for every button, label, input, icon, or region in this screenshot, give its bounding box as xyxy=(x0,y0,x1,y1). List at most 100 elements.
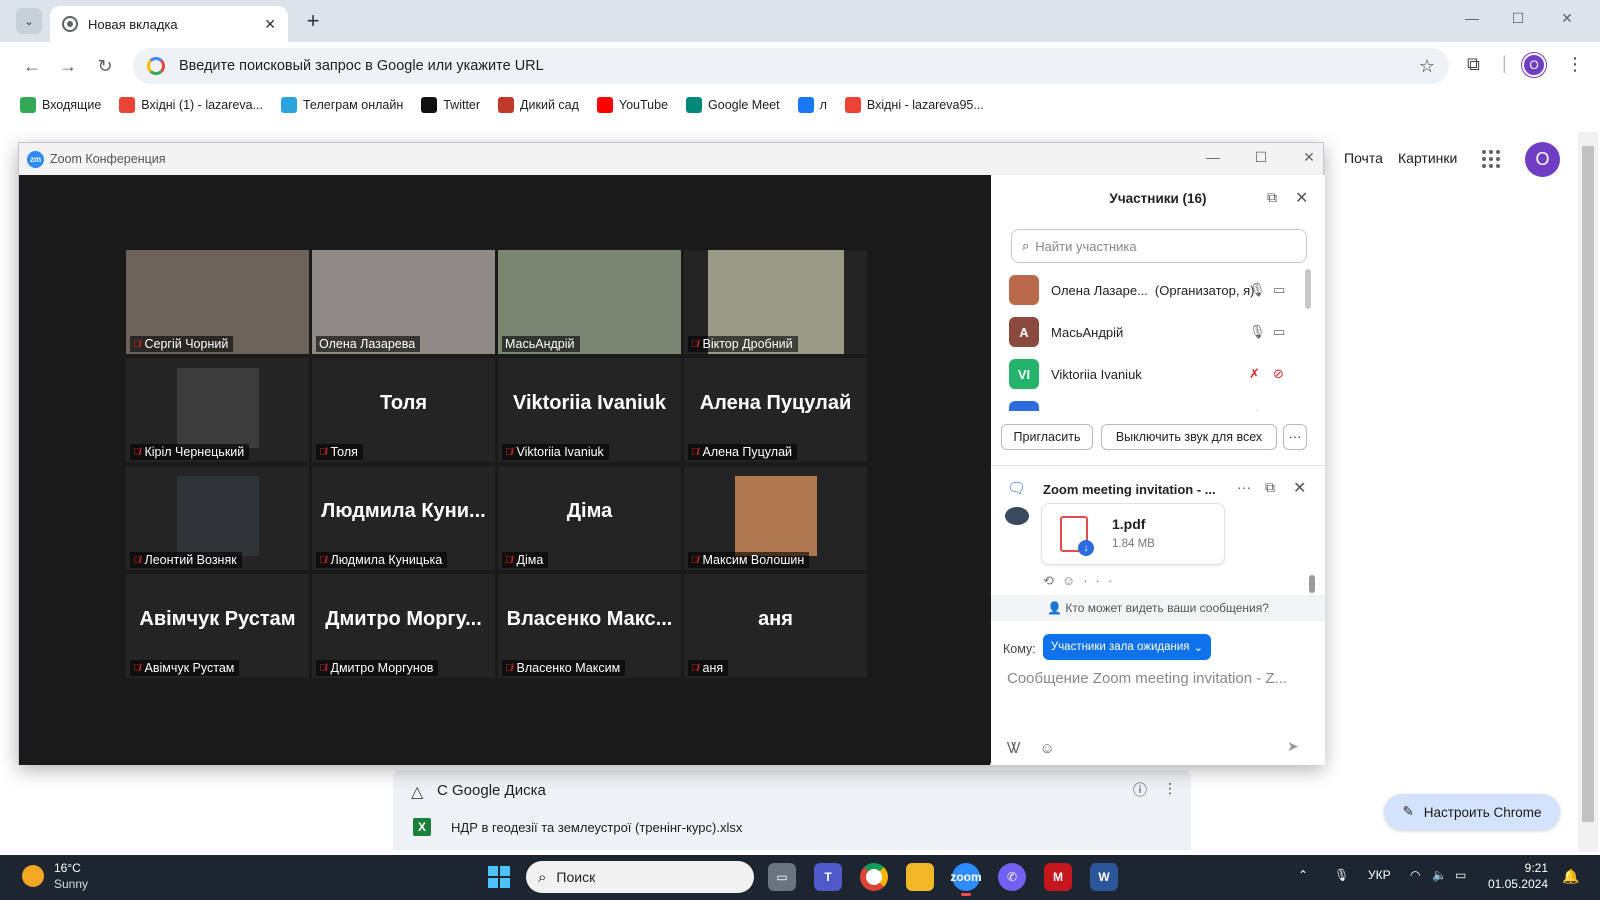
taskbar-search[interactable]: ⌕ Поиск xyxy=(526,861,754,893)
participant-row[interactable]: A МасьАндрій 🎙 ▭ xyxy=(1009,311,1299,353)
sun-icon[interactable] xyxy=(22,865,44,887)
participant-video-tile[interactable]: Власенко Макс... 🎙̸ Власенко Максим xyxy=(498,574,681,678)
images-link[interactable]: Картинки xyxy=(1398,150,1457,166)
google-apps-icon[interactable] xyxy=(1482,150,1500,168)
address-bar[interactable]: Введите поисковый запрос в Google или ук… xyxy=(133,48,1449,84)
participant-row[interactable]: Олена Лазаре... (Организатор, я) 🎙 ▭ xyxy=(1009,269,1299,311)
participant-row[interactable]: VI Viktoriia Ivaniuk ✗ ⊘ xyxy=(1009,353,1299,395)
file-attachment[interactable]: ↓ 1.pdf 1.84 MB xyxy=(1041,503,1225,565)
participant-video-tile[interactable]: Алена Пуцулай 🎙̸ Алена Пуцулай xyxy=(684,358,867,462)
mute-all-button[interactable]: Выключить звук для всех xyxy=(1101,424,1277,450)
word-icon[interactable]: W xyxy=(1090,863,1118,891)
participant-list-scrollbar[interactable] xyxy=(1305,269,1311,309)
tab-search-button[interactable]: ⌄ xyxy=(16,8,42,34)
task-view-icon[interactable]: ▭ xyxy=(768,863,796,891)
message-input[interactable]: Сообщение Zoom meeting invitation - Z... xyxy=(1007,670,1307,687)
format-icon[interactable]: Ꮤ xyxy=(1007,740,1021,757)
weather-temperature[interactable]: 16°C xyxy=(54,861,81,875)
new-tab-button[interactable]: + xyxy=(300,8,326,34)
scrollbar-thumb[interactable] xyxy=(1582,146,1594,822)
file-explorer-icon[interactable] xyxy=(906,863,934,891)
input-language[interactable]: УКР xyxy=(1368,868,1391,882)
bookmark-item[interactable]: Вхідні (1) - lazareva... xyxy=(119,97,263,113)
teams-icon[interactable]: T xyxy=(814,863,842,891)
volume-icon[interactable]: 🔈 xyxy=(1432,868,1447,882)
close-participants-icon[interactable]: ✕ xyxy=(1295,188,1308,208)
zoom-minimize-icon[interactable]: — xyxy=(1203,149,1223,165)
mcafee-icon[interactable]: M xyxy=(1044,863,1072,891)
send-icon[interactable]: ➤ xyxy=(1287,738,1299,755)
clock-time[interactable]: 9:21 xyxy=(1498,861,1548,875)
windows-start-icon[interactable] xyxy=(488,866,510,888)
bookmark-item[interactable]: YouTube xyxy=(596,97,668,113)
bookmark-item[interactable]: Twitter xyxy=(421,97,480,113)
tab-new-tab[interactable]: Новая вкладка ✕ xyxy=(50,6,288,42)
invite-button[interactable]: Пригласить xyxy=(1001,424,1093,450)
bookmark-star-icon[interactable]: ☆ xyxy=(1419,56,1435,77)
bookmark-item[interactable]: л xyxy=(797,97,827,113)
participant-video-tile[interactable]: Дмитро Моргу... 🎙̸ Дмитро Моргунов xyxy=(312,574,495,678)
bookmark-item[interactable]: Дикий сад xyxy=(498,97,579,113)
participant-video-tile[interactable]: 🎙̸ Кірiл Чернецький xyxy=(126,358,309,462)
participant-row[interactable]: ✗⊘ xyxy=(1009,395,1299,411)
show-hidden-icons[interactable]: ⌃ xyxy=(1298,868,1308,882)
zoom-maximize-icon[interactable]: ☐ xyxy=(1251,149,1271,166)
gmail-link[interactable]: Почта xyxy=(1344,150,1383,166)
reply-icon[interactable]: ⟲ xyxy=(1043,573,1062,588)
wifi-icon[interactable]: ◠ xyxy=(1410,868,1420,882)
minimize-icon[interactable]: — xyxy=(1462,10,1482,26)
bookmark-item[interactable]: Google Meet xyxy=(686,97,780,113)
participant-video-tile[interactable]: 🎙̸ Віктор Дробний xyxy=(684,250,867,354)
emoji-reaction-icon[interactable]: ☺ xyxy=(1062,573,1083,588)
popout-icon[interactable]: ⧉ xyxy=(1267,189,1277,206)
participant-video-tile[interactable]: Viktoriia Ivaniuk 🎙̸ Viktoriia Ivaniuk xyxy=(498,358,681,462)
bookmark-item[interactable]: Входящие xyxy=(20,97,101,113)
participant-video-tile[interactable]: Діма 🎙̸ Діма xyxy=(498,466,681,570)
chrome-menu-icon[interactable]: ⋮ xyxy=(1566,54,1584,75)
customize-chrome-button[interactable]: ✎ Настроить Chrome xyxy=(1384,794,1560,830)
chrome-icon[interactable] xyxy=(860,863,888,891)
google-account-avatar[interactable]: O xyxy=(1525,142,1560,177)
bookmark-item[interactable]: Телеграм онлайн xyxy=(281,97,403,113)
more-vert-icon[interactable]: ⋮ xyxy=(1163,780,1177,797)
weather-condition[interactable]: Sunny xyxy=(54,877,88,891)
download-icon[interactable]: ↓ xyxy=(1078,540,1094,556)
clock-date[interactable]: 01.05.2024 xyxy=(1478,877,1548,891)
participant-search-input[interactable]: ⌕ Найти участника xyxy=(1011,229,1307,263)
participant-video-tile[interactable]: Людмила Куни... 🎙̸ Людмила Куницька xyxy=(312,466,495,570)
participant-video-tile[interactable]: МасьАндрій xyxy=(498,250,681,354)
microphone-icon[interactable]: 🎙 xyxy=(1334,868,1349,882)
chat-more-icon[interactable]: ··· xyxy=(1237,479,1251,495)
chat-scrollbar[interactable] xyxy=(1309,575,1315,593)
maximize-icon[interactable]: ☐ xyxy=(1508,10,1528,27)
participant-video-tile[interactable]: Олена Лазарева xyxy=(312,250,495,354)
notification-bell-icon[interactable]: 🔔 xyxy=(1562,868,1579,885)
viber-icon[interactable]: ✆ xyxy=(998,863,1026,891)
close-window-icon[interactable]: ✕ xyxy=(1557,10,1577,27)
participant-video-tile[interactable]: Авімчук Рустам 🎙̸ Авімчук Рустам xyxy=(126,574,309,678)
participant-video-tile[interactable]: аня 🎙̸ аня xyxy=(684,574,867,678)
message-visibility-link[interactable]: 👤 Кто может видеть ваши сообщения? xyxy=(991,595,1325,621)
recipient-dropdown[interactable]: Участники зала ожидания ⌄ xyxy=(1043,634,1211,660)
zoom-close-icon[interactable]: ✕ xyxy=(1299,149,1319,166)
participant-video-tile[interactable]: 🎙̸ Леонтий Возняк xyxy=(126,466,309,570)
participant-video-tile[interactable]: 🎙̸ Сергій Чорний xyxy=(126,250,309,354)
participants-more-button[interactable]: ··· xyxy=(1283,424,1307,450)
page-scrollbar[interactable] xyxy=(1578,132,1598,852)
battery-icon[interactable]: ▭ xyxy=(1455,868,1466,882)
drive-file-link[interactable]: НДР в геодезії та землеустрої (тренінг-к… xyxy=(451,820,742,835)
extensions-icon[interactable]: ⧉ xyxy=(1467,54,1480,75)
reload-button[interactable]: ↻ xyxy=(93,54,117,78)
forward-button[interactable]: → xyxy=(56,54,80,78)
chat-close-icon[interactable]: ✕ xyxy=(1293,478,1306,498)
profile-avatar[interactable]: O xyxy=(1522,53,1546,77)
participant-video-tile[interactable]: Толя 🎙̸ Толя xyxy=(312,358,495,462)
close-tab-icon[interactable]: ✕ xyxy=(264,16,276,33)
info-icon[interactable]: ⓘ xyxy=(1133,780,1147,800)
zoom-icon[interactable]: zoom xyxy=(950,863,982,896)
chat-popout-icon[interactable]: ⧉ xyxy=(1265,479,1275,496)
message-more-icon[interactable]: ··· xyxy=(1083,573,1120,588)
back-button[interactable]: ← xyxy=(20,54,44,78)
participant-video-tile[interactable]: 🎙̸ Максим Волошин xyxy=(684,466,867,570)
emoji-icon[interactable]: ☺ xyxy=(1039,740,1054,757)
